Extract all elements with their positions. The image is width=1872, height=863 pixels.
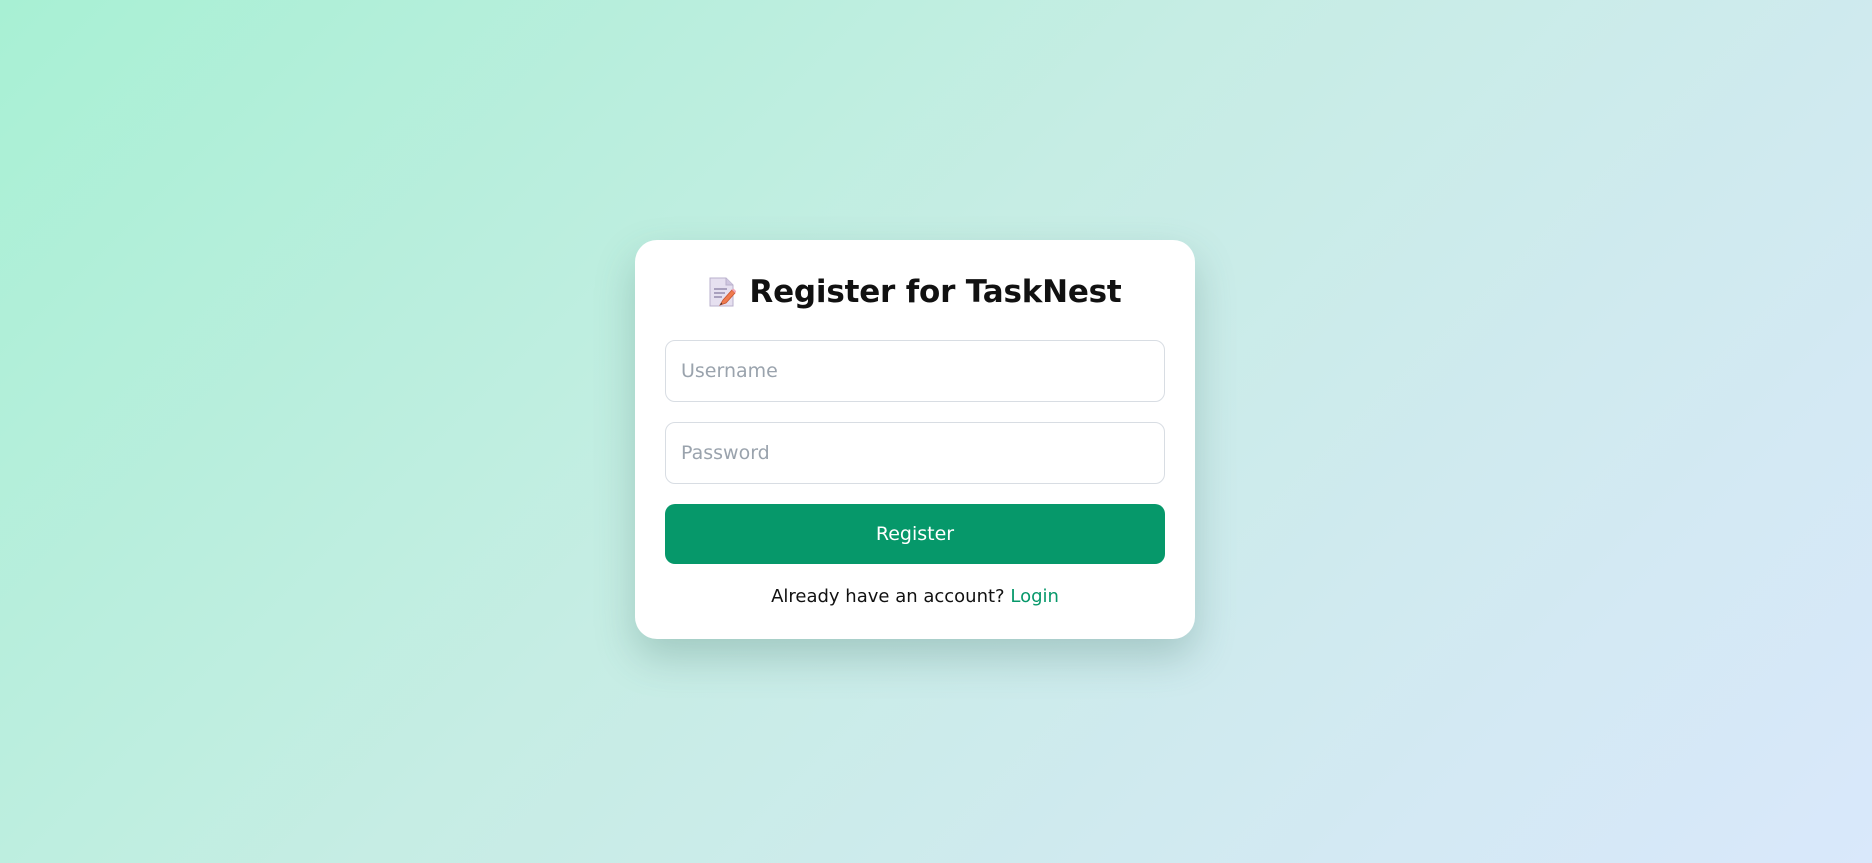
login-prompt-text: Already have an account?	[771, 586, 1005, 607]
password-input[interactable]	[665, 422, 1165, 484]
card-header: Register for TaskNest	[665, 270, 1165, 314]
login-link[interactable]: Login	[1010, 586, 1059, 607]
register-button[interactable]: Register	[665, 504, 1165, 564]
register-card: Register for TaskNest Register Already h…	[635, 240, 1195, 639]
page-title: Register for TaskNest	[749, 274, 1122, 310]
memo-icon	[708, 276, 737, 308]
login-prompt: Already have an account? Login	[665, 586, 1165, 607]
username-input[interactable]	[665, 340, 1165, 402]
